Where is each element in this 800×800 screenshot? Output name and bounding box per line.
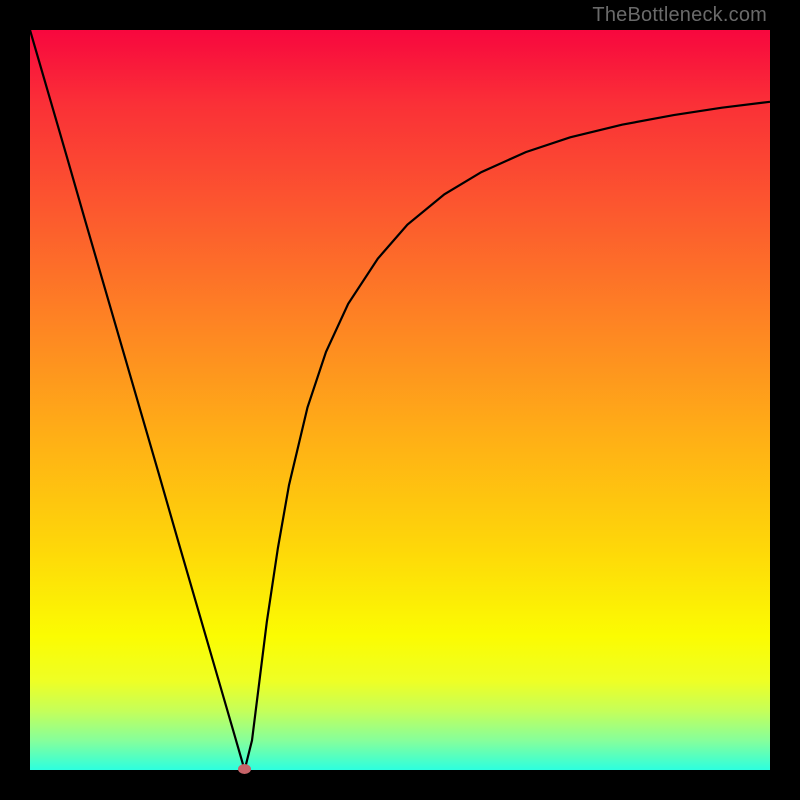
site-credit-label: TheBottleneck.com <box>592 4 767 27</box>
minimum-marker <box>238 764 251 774</box>
curve-path <box>30 30 770 770</box>
bottleneck-curve <box>30 30 770 770</box>
chart-frame: TheBottleneck.com <box>0 0 800 800</box>
plot-area <box>30 30 770 770</box>
